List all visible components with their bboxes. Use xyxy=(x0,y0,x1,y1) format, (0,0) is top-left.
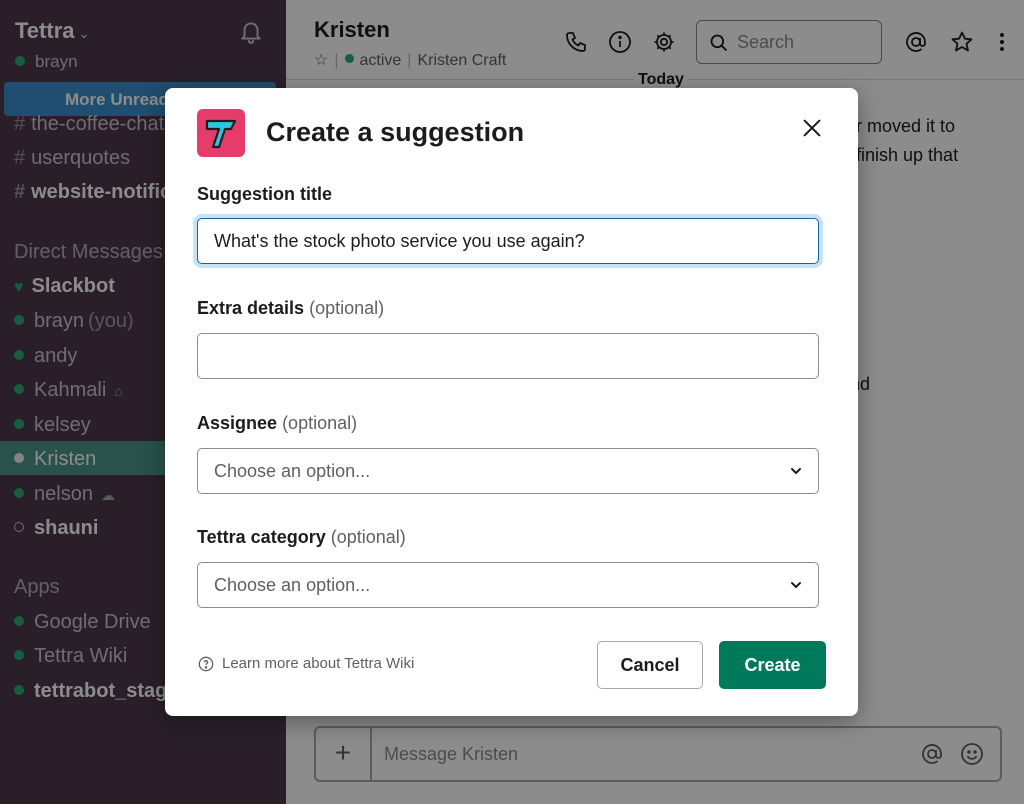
extra-details-input[interactable] xyxy=(197,333,819,379)
assignee-select-value: Choose an option... xyxy=(214,460,371,481)
close-icon[interactable] xyxy=(801,117,823,139)
help-circle-icon xyxy=(198,656,214,671)
assignee-label: Assignee (optional) xyxy=(197,413,358,433)
chevron-down-icon xyxy=(791,582,801,589)
category-select-value: Choose an option... xyxy=(214,574,371,595)
learn-more-link[interactable]: Learn more about Tettra Wiki xyxy=(198,655,414,672)
chevron-down-icon xyxy=(791,468,801,475)
category-label: Tettra category (optional) xyxy=(197,527,406,547)
category-select[interactable]: Choose an option... xyxy=(197,562,819,608)
suggestion-title-input[interactable]: What's the stock photo service you use a… xyxy=(197,218,819,264)
learn-more-label: Learn more about Tettra Wiki xyxy=(222,655,415,672)
tettra-logo-icon xyxy=(197,109,245,157)
create-button[interactable]: Create xyxy=(719,641,826,689)
assignee-select[interactable]: Choose an option... xyxy=(197,448,819,494)
suggestion-title-value: What's the stock photo service you use a… xyxy=(214,230,585,251)
cancel-button[interactable]: Cancel xyxy=(597,641,703,689)
tettra-logo-glyph xyxy=(205,119,237,149)
extra-details-label: Extra details (optional) xyxy=(197,298,385,318)
create-suggestion-dialog: Create a suggestion Suggestion title Wha… xyxy=(165,88,858,716)
suggestion-title-label: Suggestion title xyxy=(197,184,332,204)
dialog-title: Create a suggestion xyxy=(266,117,525,147)
